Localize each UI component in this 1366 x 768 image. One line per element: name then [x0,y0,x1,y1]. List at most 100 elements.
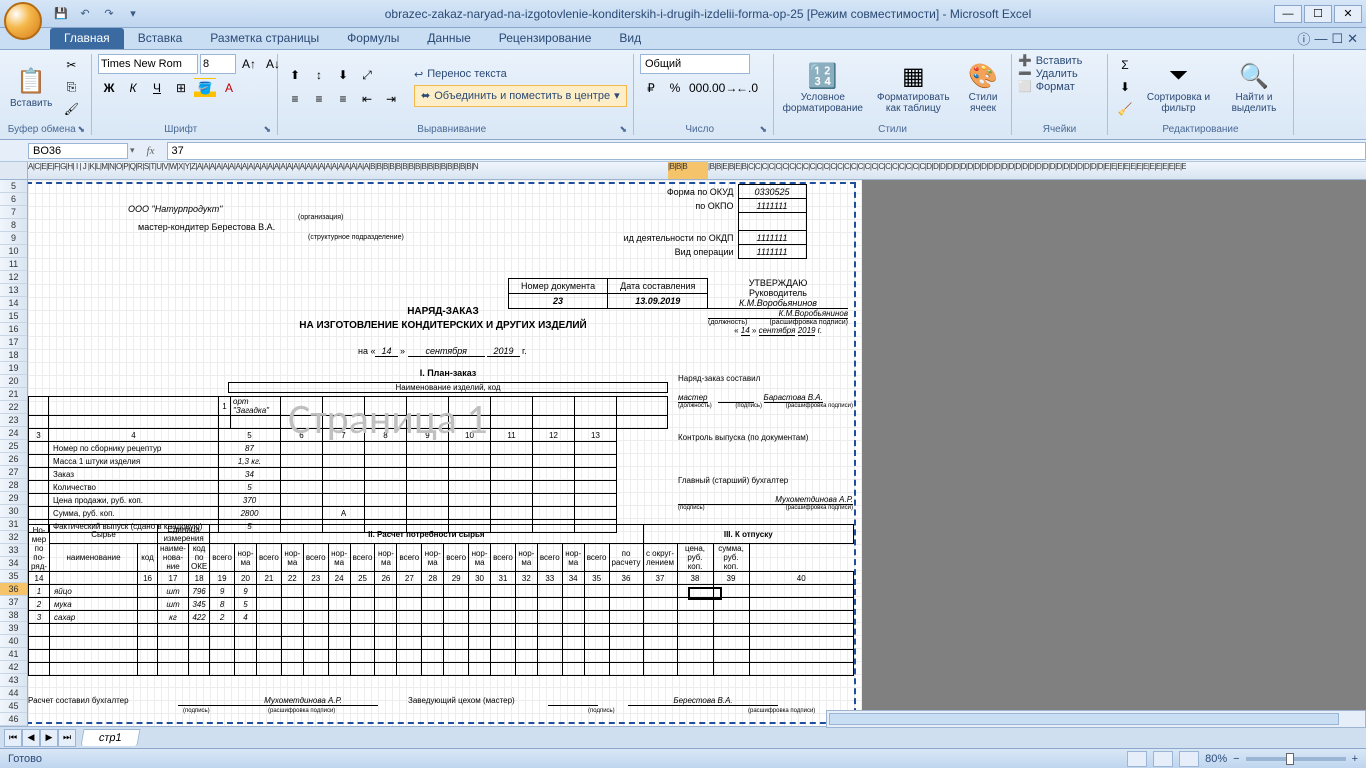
tab-next-icon[interactable]: ▶ [40,729,58,747]
restore-workbook-icon[interactable]: ☐ [1331,31,1343,47]
cut-icon[interactable]: ✂ [60,55,82,75]
minimize-button[interactable]: — [1274,5,1302,23]
orientation-icon[interactable]: ⤢ [356,65,378,85]
format-painter-icon[interactable]: 🖌 [60,99,82,119]
binoculars-icon: 🔍 [1239,60,1269,92]
zoom-slider[interactable] [1246,757,1346,761]
help-icon[interactable]: ⓘ [1297,29,1310,48]
copy-icon[interactable]: ⎘ [60,77,82,97]
sort-filter-button[interactable]: ⏷Сортировка и фильтр [1140,58,1217,116]
formula-input[interactable] [167,142,1366,160]
redo-icon[interactable]: ↷ [100,5,118,23]
clipboard-launcher-icon[interactable]: ⬊ [77,124,85,135]
save-icon[interactable]: 💾 [52,5,70,23]
wrap-text-button[interactable]: ↩Перенос текста [414,68,627,81]
find-select-button[interactable]: 🔍Найти и выделить [1221,58,1287,116]
decrease-decimal-icon[interactable]: ←.0 [736,78,758,98]
view-normal-icon[interactable] [1127,751,1147,767]
merge-center-button[interactable]: ⬌Объединить и поместить в центре▾ [414,85,627,107]
align-bottom-icon[interactable]: ⬇ [332,65,354,85]
out-of-print-area [862,180,1366,726]
tab-layout[interactable]: Разметка страницы [196,28,333,49]
fx-icon[interactable]: fx [141,142,161,160]
align-right-icon[interactable]: ≡ [332,89,354,109]
view-page-layout-icon[interactable] [1153,751,1173,767]
group-clipboard-label: Буфер обмена [8,124,76,135]
alignment-launcher-icon[interactable]: ⬊ [619,124,627,135]
autosum-icon[interactable]: Σ [1114,55,1136,75]
struct-note: (структурное подразделение) [308,234,404,241]
align-center-icon[interactable]: ≡ [308,89,330,109]
conditional-formatting-button[interactable]: 🔢Условное форматирование [780,58,866,116]
docnum-date-box: Номер документаДата составления 2313.09.… [508,278,708,309]
plan-table: 1орт "Загадка" 345678910111213 Номер по … [28,396,668,533]
close-button[interactable]: ✕ [1334,5,1362,23]
align-middle-icon[interactable]: ↕ [308,65,330,85]
number-launcher-icon[interactable]: ⬊ [759,124,767,135]
tab-prev-icon[interactable]: ◀ [22,729,40,747]
increase-indent-icon[interactable]: ⇥ [380,89,402,109]
font-color-icon[interactable]: A [218,78,240,98]
undo-icon[interactable]: ↶ [76,5,94,23]
doc-date-line: на «14 » сентября 2019 г. [358,346,527,356]
cell-styles-button[interactable]: 🎨Стили ячеек [961,58,1005,116]
row-headers[interactable]: 56789 1011121314 1516171819 2021222324 2… [0,180,28,726]
cond-format-icon: 🔢 [808,60,838,92]
worksheet-grid[interactable]: Форма по ОКУД0330525 по ОКПО1111111 ид д… [28,180,1366,726]
tab-insert[interactable]: Вставка [124,28,197,49]
increase-font-icon[interactable]: A↑ [238,54,260,74]
format-as-table-button[interactable]: ▦Форматировать как таблицу [870,58,957,116]
increase-decimal-icon[interactable]: .00→ [712,78,734,98]
active-cell [688,587,722,600]
tab-first-icon[interactable]: ⏮ [4,729,22,747]
underline-icon[interactable]: Ч [146,78,168,98]
delete-cells-button[interactable]: ➖Удалить [1018,67,1078,80]
tab-formulas[interactable]: Формулы [333,28,413,49]
office-button[interactable] [4,2,42,40]
fill-icon[interactable]: ⬇ [1114,77,1136,97]
font-size-select[interactable] [200,54,236,74]
tab-last-icon[interactable]: ⏭ [58,729,76,747]
clear-icon[interactable]: 🧹 [1114,99,1136,119]
paste-button[interactable]: 📋 Вставить [6,64,56,111]
qat-customize-icon[interactable]: ▾ [124,5,142,23]
percent-icon[interactable]: % [664,78,686,98]
zoom-in-icon[interactable]: + [1352,753,1358,765]
border-icon[interactable]: ⊞ [170,78,192,98]
insert-cells-button[interactable]: ➕Вставить [1018,54,1082,67]
sheet-tab[interactable]: стр1 [81,729,141,746]
decrease-indent-icon[interactable]: ⇤ [356,89,378,109]
number-format-select[interactable] [640,54,750,74]
minimize-ribbon-icon[interactable]: — [1314,31,1327,46]
tab-home[interactable]: Главная [50,28,124,49]
maximize-button[interactable]: ☐ [1304,5,1332,23]
align-left-icon[interactable]: ≡ [284,89,306,109]
format-cells-button[interactable]: ⬜Формат [1018,80,1075,93]
comma-icon[interactable]: 000 [688,78,710,98]
italic-icon[interactable]: К [122,78,144,98]
currency-icon[interactable]: ₽ [640,78,662,98]
close-workbook-icon[interactable]: ✕ [1347,31,1358,47]
horizontal-scrollbar[interactable] [826,710,1366,728]
group-editing-label: Редактирование [1114,122,1287,135]
bold-icon[interactable]: Ж [98,78,120,98]
column-headers[interactable]: A|C|E|E|F|G|H| I | J |K|L|M|N|O|P|Q|R|S|… [0,162,1366,180]
name-box[interactable] [28,143,128,159]
font-launcher-icon[interactable]: ⬊ [263,124,271,135]
align-top-icon[interactable]: ⬆ [284,65,306,85]
fill-color-icon[interactable]: 🪣 [194,78,216,98]
font-name-select[interactable] [98,54,198,74]
tab-data[interactable]: Данные [413,28,484,49]
format-icon: ⬜ [1018,80,1032,93]
sort-icon: ⏷ [1169,60,1188,92]
select-all-corner[interactable] [0,162,28,179]
delete-icon: ➖ [1018,67,1032,80]
tab-review[interactable]: Рецензирование [485,28,606,49]
raschet-table: Но-мер по по-ряд- Сырье Единица измерени… [28,524,854,676]
group-font-label: Шрифт [164,124,197,135]
tab-view[interactable]: Вид [605,28,655,49]
zoom-out-icon[interactable]: − [1233,753,1239,765]
table-icon: ▦ [902,60,925,92]
approve-block: УТВЕРЖДАЮ Руководитель К.М.Воробьянинов … [708,278,848,335]
view-page-break-icon[interactable] [1179,751,1199,767]
